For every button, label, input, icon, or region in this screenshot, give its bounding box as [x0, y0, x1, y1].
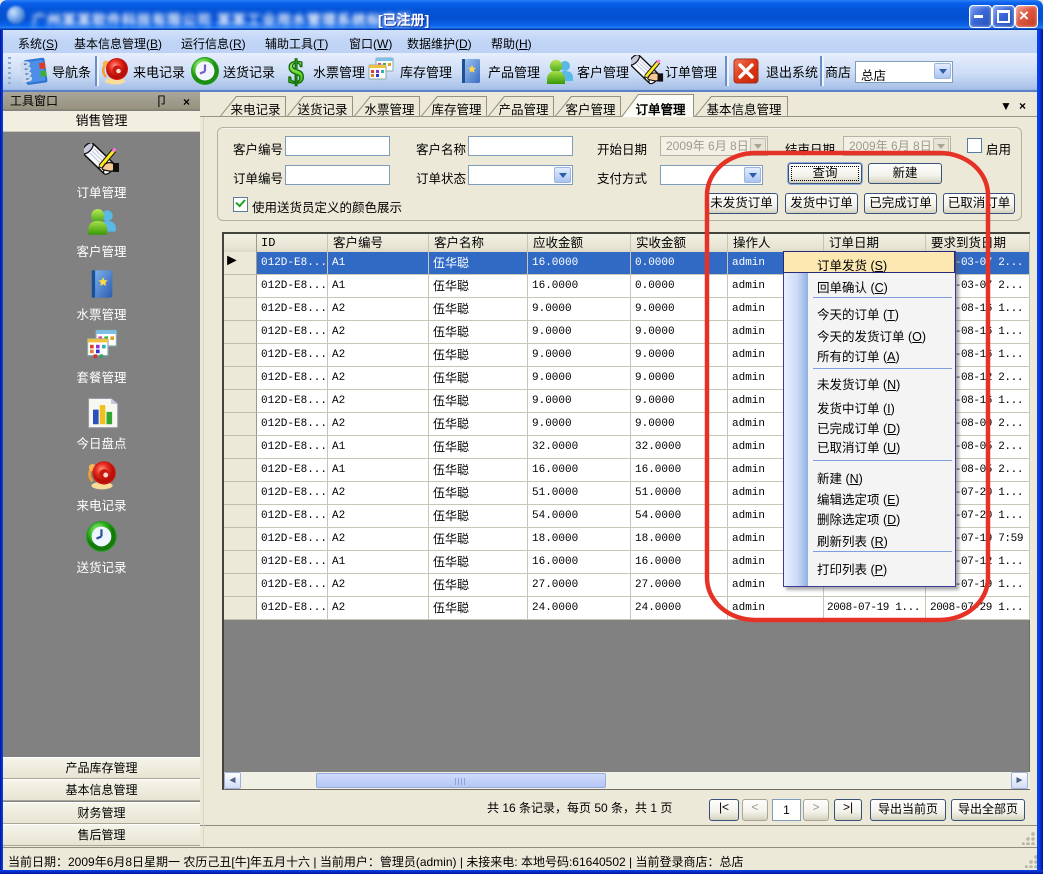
svg-text:$: $ — [288, 55, 305, 88]
